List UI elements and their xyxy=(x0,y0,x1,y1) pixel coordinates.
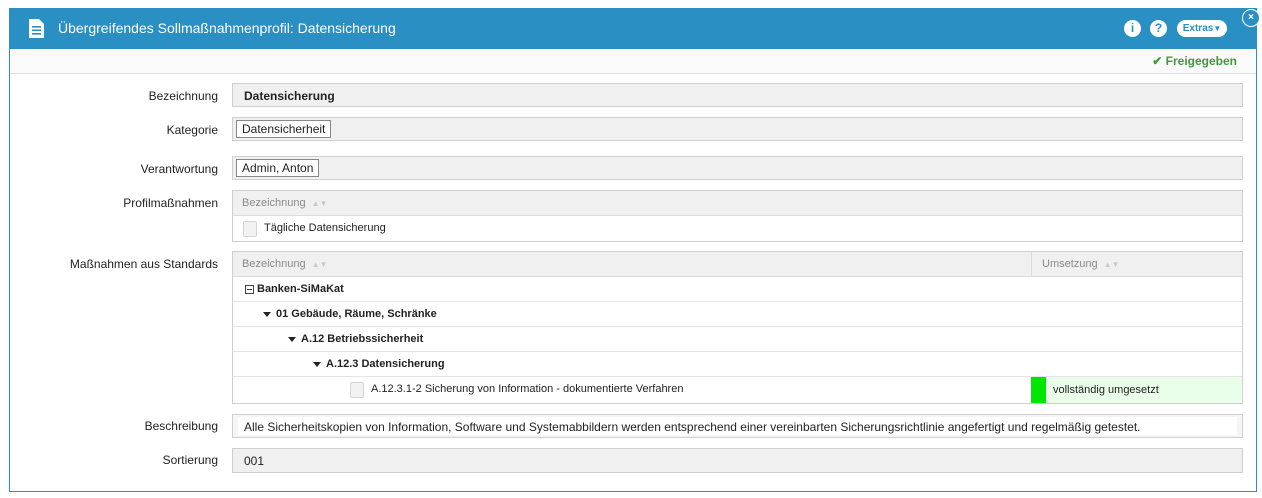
kategorie-label: Kategorie xyxy=(166,123,218,137)
level2-label: A.12 Betriebssicherheit xyxy=(301,333,424,345)
item-status: vollständig umgesetzt xyxy=(1053,384,1159,396)
tree-row-level3[interactable]: A.12.3 Datensicherung xyxy=(233,352,1242,377)
standards-label: Maßnahmen aus Standards xyxy=(69,257,218,271)
sort-icon: ▲▼ xyxy=(311,260,328,269)
status-bar: ✔ Freigegeben xyxy=(10,49,1256,74)
bezeichnung-value: Datensicherung xyxy=(244,89,335,103)
expand-triangle-icon[interactable] xyxy=(313,361,321,367)
tree-row-item[interactable]: A.12.3.1-2 Sicherung von Information - d… xyxy=(233,377,1242,403)
sortierung-field[interactable]: 001 xyxy=(232,448,1243,473)
title-bar: Übergreifendes Sollmaßnahmenprofil: Date… xyxy=(10,9,1256,49)
tree-row-level1[interactable]: 01 Gebäude, Räume, Schränke xyxy=(233,302,1242,327)
beschreibung-field[interactable]: Alle Sicherheitskopien von Information, … xyxy=(232,414,1243,438)
column-divider xyxy=(1031,252,1032,276)
status-text: Freigegeben xyxy=(1165,54,1237,68)
beschreibung-value: Alle Sicherheitskopien von Information, … xyxy=(244,420,1141,434)
profilmassnahmen-label: Profilmaßnahmen xyxy=(123,196,218,210)
verantwortung-tag[interactable]: Admin, Anton xyxy=(236,159,320,177)
info-button[interactable]: i xyxy=(1124,20,1141,37)
extras-button[interactable]: Extras▼ xyxy=(1177,20,1227,37)
standards-table: Bezeichnung ▲▼ Umsetzung ▲▼ Banken-SiMaKat… xyxy=(232,251,1243,404)
extras-label: Extras xyxy=(1182,23,1214,34)
sortierung-label: Sortierung xyxy=(162,453,218,467)
tree-level3-cell: A.12.3 Datensicherung xyxy=(313,358,445,370)
tree-level2-cell: A.12 Betriebssicherheit xyxy=(288,333,423,345)
caret-down-icon: ▼ xyxy=(1213,24,1222,33)
check-icon: ✔ xyxy=(1152,54,1163,68)
beschreibung-inner: Alle Sicherheitskopien von Information, … xyxy=(238,417,1237,435)
expand-triangle-icon[interactable] xyxy=(288,336,296,342)
document-icon xyxy=(350,382,364,398)
standards-col-umsetzung[interactable]: Umsetzung ▲▼ xyxy=(1042,258,1119,270)
group-label: Banken-SiMaKat xyxy=(257,283,344,295)
profil-row-label: Tägliche Datensicherung xyxy=(264,222,386,234)
dialog-window: Übergreifendes Sollmaßnahmenprofil: Date… xyxy=(9,8,1260,492)
tree-row-group[interactable]: Banken-SiMaKat xyxy=(233,277,1242,302)
sort-icon: ▲▼ xyxy=(311,199,328,208)
level1-label: 01 Gebäude, Räume, Schränke xyxy=(276,308,437,320)
sort-icon: ▲▼ xyxy=(1103,260,1120,269)
kategorie-tag[interactable]: Datensicherheit xyxy=(236,120,332,138)
standards-col-bezeichnung[interactable]: Bezeichnung ▲▼ xyxy=(242,258,327,270)
close-button[interactable]: × xyxy=(1242,9,1260,27)
profil-table-header: Bezeichnung ▲▼ xyxy=(233,191,1242,216)
tree-row-level2[interactable]: A.12 Betriebssicherheit xyxy=(233,327,1242,352)
tree-level1-cell: 01 Gebäude, Räume, Schränke xyxy=(263,308,437,320)
status-cell: vollständig umgesetzt xyxy=(1031,377,1242,403)
help-button[interactable]: ? xyxy=(1150,20,1167,37)
dialog-title: Übergreifendes Sollmaßnahmenprofil: Date… xyxy=(58,20,396,36)
collapse-icon[interactable] xyxy=(245,284,254,294)
verantwortung-label: Verantwortung xyxy=(140,162,218,176)
document-icon xyxy=(29,19,44,38)
document-icon xyxy=(243,221,257,237)
tree-group-cell: Banken-SiMaKat xyxy=(245,283,344,295)
profil-col-bezeichnung[interactable]: Bezeichnung ▲▼ xyxy=(242,197,327,209)
umsetzung-col-label: Umsetzung xyxy=(1042,258,1098,270)
beschreibung-label: Beschreibung xyxy=(144,419,218,433)
standards-table-header: Bezeichnung ▲▼ Umsetzung ▲▼ xyxy=(233,252,1242,277)
bezeichnung-label: Bezeichnung xyxy=(148,89,218,103)
bezeichnung-field[interactable]: Datensicherung xyxy=(232,83,1243,107)
profil-table: Bezeichnung ▲▼ Tägliche Datensicherung xyxy=(232,190,1243,242)
status-badge: ✔ Freigegeben xyxy=(1152,54,1237,68)
status-color-bar xyxy=(1031,377,1046,403)
item-label: A.12.3.1-2 Sicherung von Information - d… xyxy=(371,383,684,395)
sortierung-value: 001 xyxy=(244,454,265,468)
kategorie-field[interactable]: Datensicherheit xyxy=(232,117,1243,141)
verantwortung-field[interactable]: Admin, Anton xyxy=(232,156,1243,180)
level3-label: A.12.3 Datensicherung xyxy=(326,358,445,370)
profil-col-label: Bezeichnung xyxy=(242,197,306,209)
expand-triangle-icon[interactable] xyxy=(263,311,271,317)
standards-col-label: Bezeichnung xyxy=(242,258,306,270)
table-row[interactable]: Tägliche Datensicherung xyxy=(233,216,1242,241)
